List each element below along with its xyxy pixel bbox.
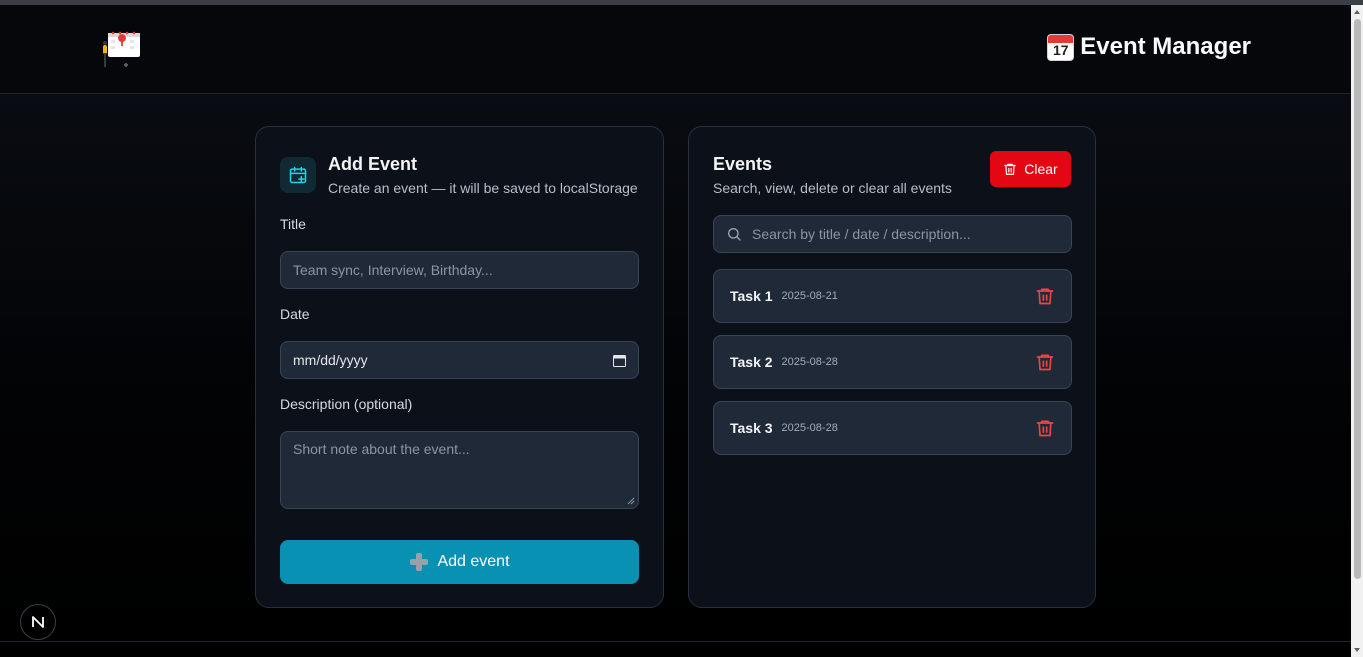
event-date: 2025-08-28 [781, 356, 838, 368]
date-input[interactable]: mm/dd/yyyy [280, 341, 639, 379]
trash-icon [1004, 163, 1017, 175]
scroll-down-icon[interactable] [1354, 648, 1360, 652]
event-item[interactable]: Task 1 2025-08-21 [713, 269, 1072, 323]
resize-handle-icon[interactable] [627, 497, 635, 505]
event-title: Task 3 [730, 420, 773, 436]
add-event-subtitle: Create an event — it will be saved to lo… [328, 180, 638, 196]
app-logo[interactable] [100, 29, 142, 71]
calendar-icon: 17 [1047, 33, 1075, 61]
page-scrollbar[interactable] [1351, 5, 1363, 657]
footer-divider [0, 641, 1351, 642]
add-event-button-label: Add event [437, 553, 510, 570]
calendar-picker-icon[interactable] [613, 354, 626, 367]
scroll-up-icon[interactable] [1354, 10, 1360, 14]
search-placeholder: Search by title / date / description... [752, 226, 971, 242]
title-input-placeholder: Team sync, Interview, Birthday... [293, 262, 493, 278]
date-input-value: mm/dd/yyyy [293, 352, 368, 368]
delete-event-icon[interactable] [1035, 418, 1055, 438]
title-input[interactable]: Team sync, Interview, Birthday... [280, 251, 639, 289]
add-event-button[interactable]: Add event [280, 540, 639, 584]
description-textarea[interactable]: Short note about the event... [280, 431, 639, 509]
calendar-plus-icon [280, 157, 316, 193]
clear-button[interactable]: Clear [990, 151, 1071, 187]
events-card: Events Search, view, delete or clear all… [688, 126, 1096, 608]
event-title: Task 1 [730, 288, 773, 304]
app-title-text: Event Manager [1080, 33, 1251, 60]
event-title: Task 2 [730, 354, 773, 370]
search-input[interactable]: Search by title / date / description... [713, 215, 1072, 253]
add-event-title: Add Event [328, 154, 418, 174]
app-header: 17 Event Manager [0, 5, 1351, 94]
event-item[interactable]: Task 2 2025-08-28 [713, 335, 1072, 389]
search-icon [728, 228, 741, 241]
title-label: Title [280, 216, 306, 232]
events-subtitle: Search, view, delete or clear all events [713, 180, 952, 196]
n-logo-icon [32, 616, 44, 628]
plus-icon [409, 552, 429, 572]
dev-tools-badge[interactable] [20, 604, 56, 640]
clear-button-label: Clear [1024, 161, 1058, 177]
add-event-card: Add Event Create an event — it will be s… [255, 126, 664, 608]
scrollbar-thumb[interactable] [1354, 19, 1361, 579]
date-label: Date [280, 306, 310, 322]
delete-event-icon[interactable] [1035, 352, 1055, 372]
description-label: Description (optional) [280, 396, 413, 412]
events-title: Events [713, 154, 773, 174]
app-title: 17 Event Manager [1047, 33, 1251, 61]
event-date: 2025-08-28 [781, 422, 838, 434]
delete-event-icon[interactable] [1035, 286, 1055, 306]
event-date: 2025-08-21 [781, 290, 838, 302]
description-placeholder: Short note about the event... [293, 441, 470, 457]
event-item[interactable]: Task 3 2025-08-28 [713, 401, 1072, 455]
